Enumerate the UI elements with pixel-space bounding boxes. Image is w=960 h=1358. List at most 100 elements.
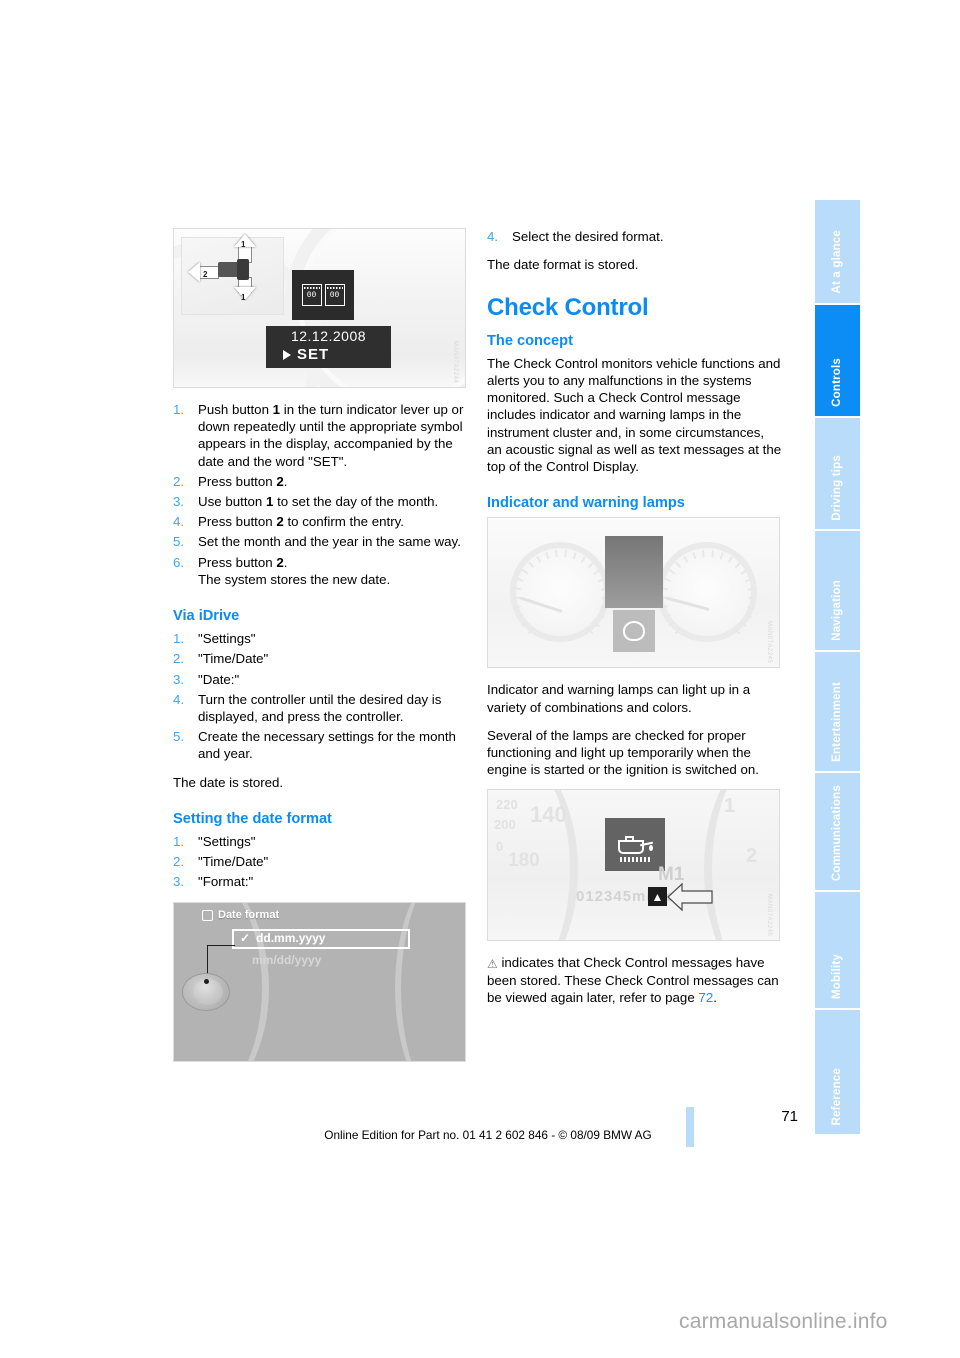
chapter-sidebar: At a glance Controls Driving tips Naviga… xyxy=(815,200,860,1136)
heading-via-idrive: Via iDrive xyxy=(173,608,240,625)
step-text: Create the necessary settings for the mo… xyxy=(198,729,456,762)
sidebar-tab-navigation[interactable]: Navigation xyxy=(815,531,860,651)
text-stored-messages: ⚠ indicates that Check Control messages … xyxy=(487,954,782,1006)
callout-2: 2 xyxy=(203,270,208,279)
cluster-set-row: SET xyxy=(266,345,391,364)
figure-turn-indicator-lever: 1 1 2 00 00 12.12.2008 SET MAN07A2244 xyxy=(173,228,466,388)
step-number: 3. xyxy=(173,874,185,890)
step-text: "Format:" xyxy=(198,874,254,890)
step-text: "Time/Date" xyxy=(198,854,269,870)
tachometer-gauge xyxy=(657,542,757,643)
list-item: 3. Use button 1 to set the day of the mo… xyxy=(173,493,468,510)
sidebar-tab-entertainment[interactable]: Entertainment xyxy=(815,652,860,771)
heading-indicator-warning-lamps: Indicator and warning lamps xyxy=(487,495,685,512)
tick-label-140: 140 xyxy=(530,802,567,828)
oil-can-body xyxy=(618,839,644,854)
list-item: 1. "Settings" xyxy=(173,833,468,850)
steps-date-format: 1. "Settings" 2. "Time/Date" 3. "Format:… xyxy=(173,833,468,891)
step-text: Press button 2 to confirm the entry. xyxy=(198,514,404,530)
clock-icon xyxy=(202,909,213,921)
page-footer: 71 xyxy=(0,1108,820,1125)
manual-page: At a glance Controls Driving tips Naviga… xyxy=(0,0,960,1358)
step-text: "Settings" xyxy=(198,631,256,647)
heading-setting-date-format: Setting the date format xyxy=(173,810,332,827)
step-text: "Settings" xyxy=(198,834,256,850)
figure-instrument-cluster: MAN07A2245 xyxy=(487,517,780,669)
right-column: 4. Select the desired format. The date f… xyxy=(487,228,782,1017)
speedometer-gauge xyxy=(510,542,610,643)
list-item: 2. "Time/Date" xyxy=(173,853,468,870)
arrow-stem-left xyxy=(199,266,219,279)
gauge-ticks xyxy=(659,548,756,636)
list-item: 4. Select the desired format. xyxy=(487,228,782,245)
gauge-ticks xyxy=(512,548,609,636)
sidebar-tab-driving-tips[interactable]: Driving tips xyxy=(815,417,860,530)
callout-1-top: 1 xyxy=(241,240,246,249)
sidebar-tab-communications[interactable]: Communications xyxy=(815,772,860,890)
menu-option-label: dd.mm.yyyy xyxy=(256,931,326,946)
tick-label-220: 220 xyxy=(496,797,518,813)
site-watermark: carmanualsonline.info xyxy=(679,1310,888,1333)
page-number: 71 xyxy=(781,1108,798,1125)
heading-the-concept: The concept xyxy=(487,332,573,349)
sidebar-tab-label: Navigation xyxy=(831,580,843,642)
step-number: 2. xyxy=(173,854,185,870)
sidebar-tab-mobility[interactable]: Mobility xyxy=(815,891,860,1009)
list-item: 1. Push button 1 in the turn indicator l… xyxy=(173,401,468,470)
step-number: 2. xyxy=(173,473,185,489)
calendar-glyph-left: 00 xyxy=(301,284,322,306)
text-lamps-1: Indicator and warning lamps can light up… xyxy=(487,682,751,715)
sidebar-tab-reference[interactable]: Reference xyxy=(815,1010,860,1134)
oil-can-top xyxy=(625,835,634,840)
menu-title-row: Date format xyxy=(202,907,279,924)
list-item: 6. Press button 2. The system stores the … xyxy=(173,554,468,588)
step-number: 5. xyxy=(173,729,185,745)
menu-option-selected[interactable]: ✓ dd.mm.yyyy xyxy=(232,928,410,949)
warning-triangle-icon: ⚠ xyxy=(487,957,498,972)
step-number: 4. xyxy=(173,691,185,707)
step-number: 1. xyxy=(173,402,185,417)
step-number: 6. xyxy=(173,554,185,570)
text-lamps-2: Several of the lamps are checked for pro… xyxy=(487,727,760,778)
cluster-set-label: SET xyxy=(297,346,330,363)
list-item: 2. "Time/Date" xyxy=(173,650,468,667)
step-text: Use button 1 to set the day of the month… xyxy=(198,494,439,510)
step-text: Select the desired format. xyxy=(512,229,664,244)
oil-can-icon xyxy=(618,832,654,862)
figure-code: MAN07A2246 xyxy=(766,894,772,937)
oil-wave-icon xyxy=(620,856,652,862)
check-icon: ✓ xyxy=(240,931,251,946)
text-date-stored: The date is stored. xyxy=(173,774,284,790)
sidebar-tab-label: At a glance xyxy=(831,230,843,294)
page-reference-link[interactable]: 72 xyxy=(698,990,713,1005)
calendar-glyph-right: 00 xyxy=(324,284,345,306)
warning-triangle-indicator: ▲ xyxy=(648,887,667,907)
step-text: Press button 2. xyxy=(198,473,288,489)
cluster-date-symbol: 00 00 xyxy=(292,270,354,320)
sidebar-tab-label: Mobility xyxy=(831,954,843,1000)
list-item: 4. Turn the controller until the desired… xyxy=(173,691,468,725)
step-number: 3. xyxy=(173,671,185,687)
list-item: 5. Create the necessary settings for the… xyxy=(173,728,468,762)
sidebar-tab-controls[interactable]: Controls xyxy=(815,304,860,416)
stored-note-suffix: . xyxy=(713,989,717,1005)
left-column: 1 1 2 00 00 12.12.2008 SET MAN07A2244 1.… xyxy=(173,228,468,1075)
tick-label-1: 1 xyxy=(724,795,736,818)
step-number: 5. xyxy=(173,534,185,550)
play-triangle-icon xyxy=(283,349,291,360)
step-text: Turn the controller until the desired da… xyxy=(198,691,442,725)
central-warning-lamp xyxy=(613,610,655,653)
gear-indicator: M1 xyxy=(658,864,685,886)
tick-label-2: 2 xyxy=(746,845,758,868)
sidebar-tab-label: Controls xyxy=(831,357,843,407)
step-text: "Date:" xyxy=(198,671,240,687)
sidebar-tab-label: Reference xyxy=(831,1067,843,1125)
list-item: 3. "Date:" xyxy=(173,671,468,688)
cluster-display-panel: 12.12.2008 SET xyxy=(266,326,391,368)
steps-set-date-idrive: 1. "Settings" 2. "Time/Date" 3. "Date:" … xyxy=(173,630,468,762)
menu-title: Date format xyxy=(218,908,280,921)
sidebar-tab-at-a-glance[interactable]: At a glance xyxy=(815,200,860,303)
oil-level-warning-lamp xyxy=(605,818,665,872)
menu-option-alternate[interactable]: mm/dd/yyyy xyxy=(252,952,321,969)
stored-note-prefix: indicates that Check Control messages ha… xyxy=(487,955,779,1005)
